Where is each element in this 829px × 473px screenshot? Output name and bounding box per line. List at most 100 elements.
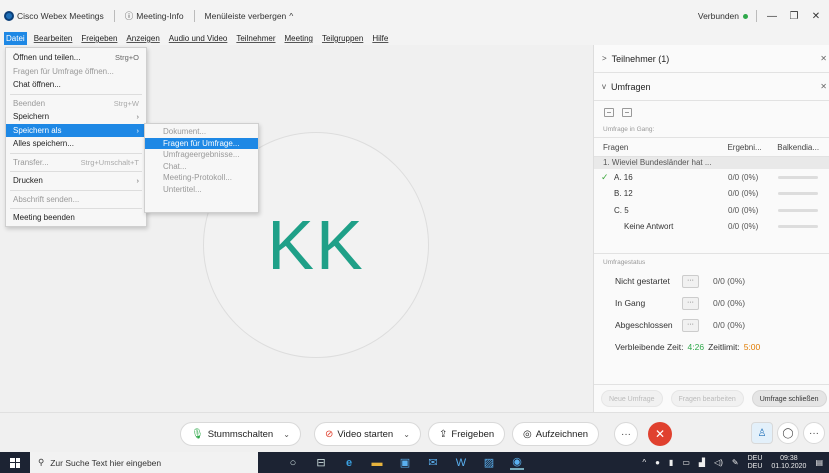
menu-bar: Datei Bearbeiten Freigeben Anzeigen Audi…	[0, 32, 829, 45]
record-icon: ◎	[523, 428, 532, 440]
poll-toolbar	[594, 101, 829, 123]
chat-icon[interactable]: ◯	[777, 422, 799, 444]
store-icon[interactable]: ▣	[398, 456, 412, 469]
status-dot-icon	[743, 13, 748, 19]
col-questions: Fragen	[603, 142, 629, 152]
photos-icon[interactable]: ▨	[482, 456, 496, 469]
menu-share[interactable]: Freigeben	[79, 32, 119, 45]
mute-button[interactable]: 🎙︎ Stummschalten ⌄	[180, 422, 301, 446]
save-icon[interactable]	[622, 107, 632, 117]
restore-button[interactable]: ❐	[787, 11, 801, 22]
open-file-icon[interactable]	[604, 107, 614, 117]
more-icon[interactable]: ···	[803, 422, 825, 444]
menu-breakout[interactable]: Teilgruppen	[320, 32, 365, 45]
participants-icon[interactable]: ♙	[751, 422, 773, 444]
menu-separator	[10, 189, 142, 191]
submenu-item-poll-questions[interactable]: Fragen für Umfrage...	[145, 137, 258, 149]
menu-meeting[interactable]: Meeting	[283, 32, 315, 45]
usb-icon[interactable]: ▮	[669, 458, 673, 467]
edge-icon[interactable]: e	[342, 457, 356, 469]
taskbar-apps: ○ ⊟ e ▬ ▣ ✉ W ▨ ◉	[286, 452, 524, 473]
poll-footer: Neue Umfrage Fragen bearbeiten Umfrage s…	[594, 384, 829, 412]
participants-panel-header[interactable]: > Teilnehmer (1) ✕	[594, 45, 829, 73]
hide-menu-bar-button[interactable]: Menüleiste verbergen ^	[205, 11, 294, 21]
menu-item-save-as[interactable]: Speichern als ›	[6, 123, 146, 137]
end-meeting-button[interactable]: ✕	[648, 422, 672, 446]
col-results: Ergebni...	[727, 142, 762, 152]
divider	[756, 10, 757, 22]
menu-file[interactable]: Datei	[4, 32, 27, 45]
chevron-right-icon: ›	[136, 112, 140, 122]
menu-item-exit: Beenden Strg+W	[13, 98, 139, 108]
record-button[interactable]: ◎ Aufzeichnen	[512, 422, 600, 446]
col-bar-chart: Balkendia...	[777, 142, 820, 152]
avatar-initials: KK	[267, 206, 365, 284]
menu-edit[interactable]: Bearbeiten	[32, 32, 75, 45]
chevron-right-icon: >	[602, 54, 607, 63]
mail-icon[interactable]: ✉	[426, 456, 440, 469]
close-poll-button[interactable]: Umfrage schließen	[751, 390, 827, 407]
menu-participants[interactable]: Teilnehmer	[234, 32, 277, 45]
word-icon[interactable]: W	[454, 457, 468, 469]
app-title: Cisco Webex Meetings	[4, 11, 104, 21]
poll-answer-row[interactable]: B. 12 0/0 (0%)	[594, 186, 829, 203]
close-icon[interactable]: ✕	[820, 82, 827, 91]
notifications-icon[interactable]: ▤	[815, 458, 823, 467]
menu-item-save[interactable]: Speichern ›	[6, 110, 146, 124]
menu-separator	[10, 171, 142, 172]
menu-audio-video[interactable]: Audio und Video	[167, 32, 230, 45]
taskbar-search[interactable]: ⚲ Zur Suche Text hier eingeben	[30, 452, 258, 473]
windows-taskbar: ⚲ Zur Suche Text hier eingeben ○ ⊟ e ▬ ▣…	[0, 452, 829, 473]
menu-separator	[10, 93, 142, 95]
more-icon[interactable]: ···	[682, 274, 699, 288]
polls-panel-header[interactable]: v Umfragen ✕	[594, 73, 829, 101]
chevron-down-icon[interactable]: ⌄	[283, 430, 290, 439]
chevron-down-icon[interactable]: ⌄	[403, 430, 410, 439]
pen-icon[interactable]: ✎	[732, 458, 739, 467]
meeting-info-button[interactable]: ⓘ Meeting-Info	[125, 10, 184, 22]
menu-separator	[10, 208, 142, 209]
menu-help[interactable]: Hilfe	[370, 32, 390, 45]
menu-item-print[interactable]: Drucken ›	[6, 174, 146, 188]
file-explorer-icon[interactable]: ▬	[370, 457, 384, 469]
close-icon[interactable]: ✕	[820, 54, 827, 63]
start-video-button[interactable]: ⊘ Video starten ⌄	[314, 422, 421, 446]
close-window-button[interactable]: ✕	[809, 11, 823, 22]
microphone-icon: 🎙︎	[191, 428, 204, 440]
connection-status[interactable]: Verbunden	[698, 11, 748, 21]
more-icon[interactable]: ···	[682, 318, 699, 332]
webex-taskbar-icon[interactable]: ◉	[510, 455, 524, 470]
file-menu-dropdown: Öffnen und teilen... Strg+O Fragen für Um…	[5, 47, 147, 227]
task-view-icon[interactable]: ⊟	[314, 456, 328, 469]
poll-answer-row[interactable]: C. 5 0/0 (0%)	[594, 202, 829, 219]
poll-question[interactable]: 1. Wieviel Bundesländer hat ...	[594, 157, 829, 169]
minimize-button[interactable]: —	[765, 11, 779, 22]
result-bar	[778, 175, 818, 179]
volume-icon[interactable]: ◁)	[714, 458, 723, 467]
cortana-icon[interactable]: ○	[286, 457, 300, 469]
tray-app-icon[interactable]: ●	[655, 458, 660, 467]
info-icon: ⓘ	[124, 11, 134, 21]
submenu-item-document: Dokument...	[163, 127, 207, 137]
network-icon[interactable]: ▟	[699, 458, 705, 467]
clock[interactable]: 09:38 01.10.2020	[771, 455, 806, 471]
input-language[interactable]: DEU DEU	[748, 455, 763, 471]
battery-icon[interactable]: ▭	[682, 458, 690, 467]
chevron-up-icon[interactable]: ^	[642, 458, 646, 467]
result-bar	[778, 192, 818, 196]
search-input[interactable]: Zur Suche Text hier eingeben	[50, 458, 161, 468]
submenu-item-meeting-notes: Meeting-Protokoll...	[163, 173, 232, 183]
menu-item-end-meeting[interactable]: Meeting beenden	[6, 211, 146, 225]
submenu-item-chat: Chat...	[163, 161, 187, 171]
start-button[interactable]	[0, 452, 30, 473]
share-button[interactable]: ⇪ Freigeben	[428, 422, 506, 446]
menu-view[interactable]: Anzeigen	[124, 32, 161, 45]
share-icon: ⇪	[439, 428, 448, 440]
more-options-button[interactable]: ···	[614, 422, 638, 446]
menu-item-open-share[interactable]: Öffnen und teilen... Strg+O	[6, 51, 146, 65]
side-panel: > Teilnehmer (1) ✕ v Umfragen ✕ Umfrage …	[593, 45, 829, 412]
poll-answer-row[interactable]: ✓ A. 16 0/0 (0%)	[594, 169, 829, 186]
more-icon[interactable]: ···	[682, 296, 699, 310]
menu-item-save-all[interactable]: Alles speichern...	[6, 137, 146, 151]
menu-item-open-chat[interactable]: Chat öffnen...	[6, 78, 146, 92]
